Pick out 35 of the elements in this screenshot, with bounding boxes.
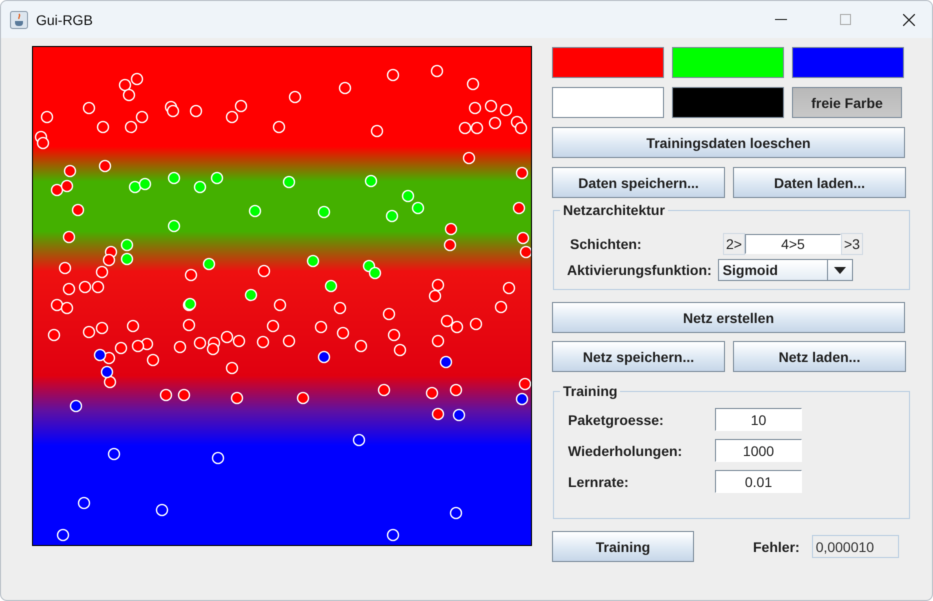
close-icon	[903, 14, 915, 26]
color-swatch[interactable]	[552, 87, 664, 118]
field-label: Wiederholungen:	[568, 442, 684, 458]
activation-label: Aktivierungsfunktion:	[567, 262, 712, 278]
color-swatch[interactable]	[672, 87, 784, 118]
field-label: Lernrate:	[568, 474, 630, 490]
layers-prefix: 2>	[723, 233, 745, 255]
window-title: Gui-RGB	[36, 12, 94, 28]
layers-label: Schichten:	[570, 236, 643, 252]
training-button[interactable]: Training	[552, 531, 694, 562]
color-swatch[interactable]	[792, 47, 904, 78]
data-button[interactable]: Daten laden...	[733, 167, 906, 198]
parameter-field[interactable]: 10	[715, 408, 802, 431]
color-swatch[interactable]	[552, 47, 664, 78]
free-color-button[interactable]: freie Farbe	[792, 87, 902, 118]
error-field[interactable]: 0,000010	[812, 535, 899, 558]
maximize-icon	[840, 14, 850, 25]
data-button[interactable]: Daten speichern...	[552, 167, 725, 198]
panel-title: Training	[560, 383, 620, 399]
panel-title: Netzarchitektur	[560, 202, 668, 218]
clear-data-button[interactable]: Trainingsdaten loeschen	[552, 127, 905, 158]
layers-field[interactable]: 4>5	[744, 234, 841, 254]
activation-dropdown[interactable]: Sigmoid	[718, 259, 853, 281]
color-swatch[interactable]	[672, 47, 784, 78]
error-label: Fehler:	[753, 538, 800, 554]
dropdown-arrow-icon	[834, 266, 846, 274]
app-icon	[10, 10, 28, 28]
minimize-icon	[775, 18, 787, 20]
layers-suffix: >3	[840, 233, 863, 255]
create-network-button[interactable]: Netz erstellen	[552, 302, 905, 333]
parameter-field[interactable]: 0.01	[715, 470, 802, 493]
field-label: Paketgroesse:	[568, 412, 665, 428]
network-file-button[interactable]: Netz speichern...	[552, 341, 725, 372]
network-file-button[interactable]: Netz laden...	[733, 341, 906, 372]
parameter-field[interactable]: 1000	[715, 439, 802, 462]
